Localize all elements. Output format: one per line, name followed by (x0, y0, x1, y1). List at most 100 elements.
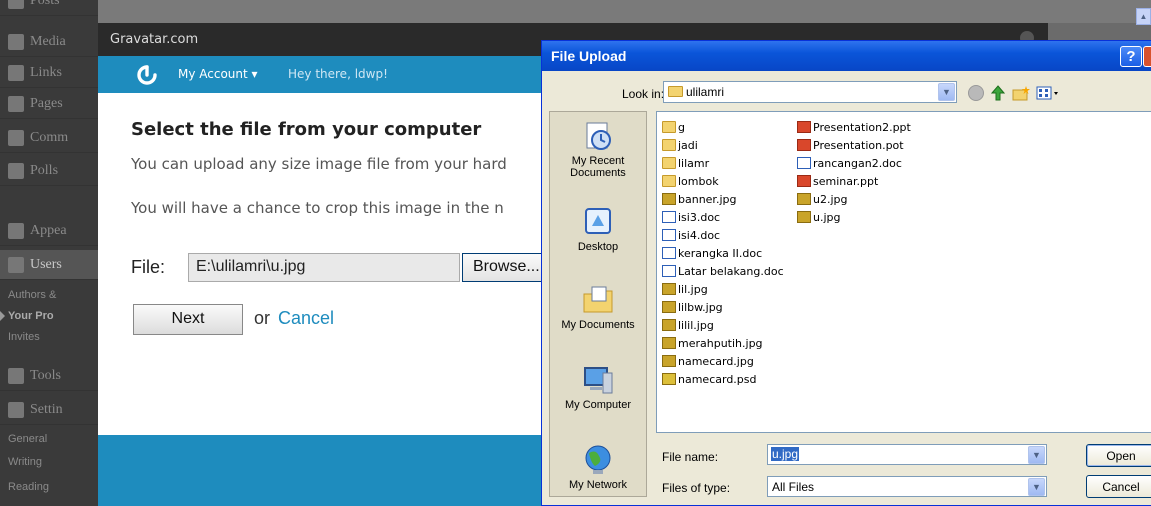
wp-submenu-authors[interactable]: Authors & (0, 285, 98, 305)
powerpoint-file-icon (797, 139, 811, 151)
look-in-label: Look in: (622, 87, 665, 101)
word-document-icon (797, 157, 811, 169)
appearance-icon (8, 222, 24, 239)
help-button[interactable]: ? (1120, 46, 1142, 67)
list-item[interactable]: namecard.jpg (662, 353, 754, 369)
greeting-text: Hey there, ldwp! (288, 67, 388, 81)
or-text: or (254, 308, 271, 328)
list-item[interactable]: lilil.jpg (662, 317, 714, 333)
scroll-up-arrow-icon[interactable]: ▲ (1136, 8, 1151, 25)
media-icon (8, 33, 24, 50)
cancel-link[interactable]: Cancel (278, 308, 334, 329)
dialog-title: File Upload (551, 48, 627, 64)
dialog-close-button[interactable] (1143, 46, 1151, 67)
place-my-recent-documents[interactable]: My Recent Documents (550, 120, 646, 179)
place-my-network[interactable]: My Network (550, 444, 646, 491)
list-item[interactable]: u2.jpg (797, 191, 848, 207)
list-item[interactable]: Latar belakang.doc (662, 263, 784, 279)
wp-submenu-general[interactable]: General (0, 429, 98, 449)
list-item[interactable]: kerangka II.doc (662, 245, 762, 261)
posts-icon (8, 0, 24, 9)
wp-menu-media[interactable]: Media (0, 27, 98, 57)
list-item[interactable]: isi3.doc (662, 209, 720, 225)
list-item[interactable]: lilamr (662, 155, 709, 171)
place-desktop[interactable]: Desktop (550, 206, 646, 253)
up-folder-icon[interactable] (991, 85, 1005, 101)
wp-menu-users[interactable]: Users (0, 250, 98, 280)
folder-icon (662, 121, 676, 133)
wp-menu-posts[interactable]: Posts (0, 0, 98, 16)
open-button[interactable]: Open (1086, 444, 1151, 467)
word-document-icon (662, 211, 676, 223)
new-folder-icon[interactable] (1012, 85, 1030, 101)
wp-menu-appearance[interactable]: Appea (0, 216, 98, 246)
list-item[interactable]: Presentation2.ppt (797, 119, 911, 135)
wp-menu-pages[interactable]: Pages (0, 89, 98, 119)
list-item[interactable]: rancangan2.doc (797, 155, 902, 171)
my-account-menu[interactable]: My Account ▾ (178, 67, 258, 81)
list-item[interactable]: u.jpg (797, 209, 841, 225)
file-name-label: File name: (662, 450, 719, 464)
wp-submenu-your-profile[interactable]: Your Pro (0, 306, 98, 326)
views-menu-icon[interactable] (1036, 85, 1060, 101)
back-icon[interactable] (968, 85, 984, 101)
file-name-input[interactable]: u.jpg ▼ (767, 444, 1047, 465)
list-item[interactable]: isi4.doc (662, 227, 720, 243)
list-item[interactable]: lombok (662, 173, 719, 189)
list-item[interactable]: seminar.ppt (797, 173, 878, 189)
wp-menu-links[interactable]: Links (0, 58, 98, 88)
places-bar: My Recent Documents Desktop My Documents… (549, 111, 647, 497)
place-my-computer[interactable]: My Computer (550, 364, 646, 411)
my-computer-icon (584, 367, 613, 394)
jpg-file-icon (797, 193, 811, 205)
browse-button[interactable]: Browse... (462, 253, 552, 282)
next-button[interactable]: Next (133, 304, 243, 335)
jpg-file-icon (662, 283, 676, 295)
folder-icon (668, 86, 683, 97)
look-in-value: ulilamri (686, 85, 725, 99)
powerpoint-file-icon (797, 121, 811, 133)
list-item[interactable]: banner.jpg (662, 191, 736, 207)
wp-menu-settings[interactable]: Settin (0, 395, 98, 425)
chevron-down-icon[interactable]: ▼ (1028, 478, 1045, 496)
comments-icon (8, 129, 24, 146)
dialog-titlebar[interactable]: File Upload ? (542, 41, 1151, 71)
list-item[interactable]: lilbw.jpg (662, 299, 723, 315)
pages-icon (8, 95, 24, 112)
gravatar-window-title: Gravatar.com (110, 32, 199, 47)
jpg-file-icon (797, 211, 811, 223)
wp-menu-tools[interactable]: Tools (0, 361, 98, 391)
chevron-down-icon[interactable]: ▼ (938, 83, 955, 101)
dialog-cancel-button[interactable]: Cancel (1086, 475, 1151, 498)
file-path-input[interactable]: E:\ulilamri\u.jpg (188, 253, 460, 282)
wp-admin-sidebar: Posts Media Links Pages Comm Polls Appea… (0, 0, 98, 506)
jpg-file-icon (662, 337, 676, 349)
look-in-dropdown[interactable]: ulilamri ▼ (663, 81, 957, 103)
list-item[interactable]: jadi (662, 137, 698, 153)
file-list[interactable]: g jadi lilamr lombok banner.jpg isi3.doc… (656, 111, 1151, 433)
my-documents-icon (583, 286, 613, 313)
list-item[interactable]: g (662, 119, 685, 135)
list-item[interactable]: lil.jpg (662, 281, 708, 297)
desktop-icon (585, 208, 611, 234)
folder-icon (662, 157, 676, 169)
jpg-file-icon (662, 355, 676, 367)
list-item[interactable]: namecard.psd (662, 371, 757, 387)
wp-submenu-invites[interactable]: Invites (0, 327, 98, 347)
chevron-down-icon[interactable]: ▼ (1028, 446, 1045, 464)
word-document-icon (662, 229, 676, 241)
wp-submenu-reading[interactable]: Reading (0, 477, 98, 497)
list-item[interactable]: Presentation.pot (797, 137, 904, 153)
wp-menu-comments[interactable]: Comm (0, 123, 98, 153)
links-icon (8, 64, 24, 81)
jpg-file-icon (662, 301, 676, 313)
list-item[interactable]: merahputih.jpg (662, 335, 763, 351)
wp-menu-polls[interactable]: Polls (0, 156, 98, 186)
jpg-file-icon (662, 319, 676, 331)
polls-icon (8, 162, 24, 179)
wp-submenu-writing[interactable]: Writing (0, 452, 98, 472)
place-my-documents[interactable]: My Documents (550, 284, 646, 331)
folder-icon (662, 139, 676, 151)
crop-hint-text: You will have a chance to crop this imag… (131, 199, 504, 217)
file-type-dropdown[interactable]: All Files ▼ (767, 476, 1047, 497)
